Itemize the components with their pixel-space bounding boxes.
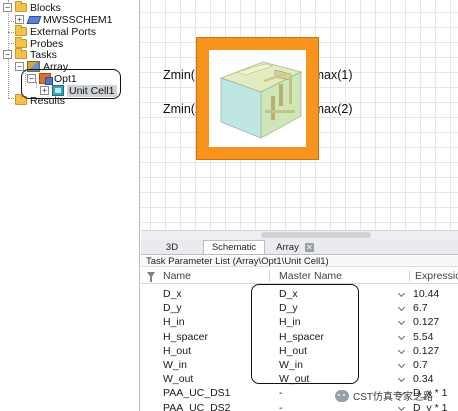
folder-icon: [15, 48, 27, 59]
param-name: H_in: [163, 316, 185, 329]
folder-icon: [15, 1, 27, 12]
param-expression: D_y * 1: [413, 401, 448, 411]
param-name: D_y: [163, 302, 182, 315]
tab-label: Array: [276, 241, 299, 253]
chevron-down-icon[interactable]: [397, 403, 406, 411]
close-icon[interactable]: ✕: [304, 242, 314, 252]
param-name: PAA_UC_DS2: [163, 401, 231, 411]
folder-icon: [15, 25, 27, 36]
param-master-name: -: [279, 401, 283, 411]
collapse-icon[interactable]: −: [15, 62, 24, 71]
horizontal-scrollbar[interactable]: [141, 230, 458, 239]
column-header-master-name[interactable]: Master Name: [279, 270, 342, 282]
filter-icon[interactable]: [147, 272, 155, 282]
schematic-canvas[interactable]: Zmin(1) Zmin(2) Zmax(1) Zmax(2): [141, 0, 458, 230]
unit-cell-preview: [209, 50, 306, 147]
collapse-icon[interactable]: −: [3, 50, 12, 59]
tree-item-label: MWSSCHEM1: [43, 13, 113, 26]
highlight-annotation: [251, 284, 359, 384]
param-name: D_x: [163, 288, 182, 300]
chevron-down-icon[interactable]: [397, 346, 406, 354]
param-expression: 0.34: [413, 373, 434, 386]
wechat-icon: [335, 389, 349, 402]
param-expression: 10.44: [413, 288, 440, 300]
tree-item-label: External Ports: [30, 25, 96, 38]
param-name: W_out: [163, 373, 194, 386]
param-name: H_spacer: [163, 330, 208, 343]
column-header-name[interactable]: Name: [163, 270, 191, 282]
unit-cell-block[interactable]: [196, 37, 319, 160]
collapse-icon[interactable]: −: [3, 3, 12, 12]
tab-label: 3D: [165, 241, 179, 253]
chevron-down-icon[interactable]: [397, 375, 406, 383]
column-header-expression[interactable]: Expression: [415, 270, 458, 282]
param-expression: 0.127: [413, 316, 440, 329]
param-name: H_out: [163, 344, 192, 357]
table-header: Name Master Name Expression: [141, 268, 458, 284]
scrollbar-thumb[interactable]: [261, 232, 371, 238]
chevron-down-icon[interactable]: [397, 332, 406, 340]
chevron-down-icon[interactable]: [397, 289, 406, 298]
param-expression: 0.127: [413, 344, 440, 357]
chevron-down-icon[interactable]: [397, 304, 406, 312]
param-name: W_in: [163, 359, 187, 371]
folder-icon: [15, 37, 27, 48]
param-expression: 0.7: [413, 359, 428, 371]
param-expression: 5.54: [413, 330, 434, 343]
tree-item-label: Tasks: [30, 48, 57, 61]
view-tab-bar: 3D Schematic Array ✕: [141, 239, 458, 255]
watermark: CST仿真专家之路: [335, 388, 433, 403]
navigation-tree: − Blocks + MWSSCHEM1 External Ports Prob…: [0, 0, 140, 411]
highlight-annotation: [21, 69, 121, 99]
expand-icon[interactable]: +: [15, 15, 24, 24]
param-expression: 6.7: [413, 302, 428, 315]
tab-schematic[interactable]: Schematic: [203, 240, 265, 254]
schematic-block-icon: [27, 15, 40, 24]
tab-label: Schematic: [211, 242, 257, 253]
tree-item-label: Blocks: [30, 1, 61, 14]
panel-title: Task Parameter List (Array\Opt1\Unit Cel…: [141, 256, 458, 267]
watermark-text: CST仿真专家之路: [353, 392, 433, 403]
chevron-down-icon[interactable]: [397, 318, 406, 326]
tab-3d[interactable]: 3D: [141, 240, 203, 254]
chevron-down-icon[interactable]: [397, 360, 406, 369]
tab-array[interactable]: Array ✕: [265, 240, 325, 254]
unit-cell-3d-icon: [219, 61, 302, 139]
param-name: PAA_UC_DS1: [163, 387, 231, 400]
param-master-name: -: [279, 387, 283, 400]
